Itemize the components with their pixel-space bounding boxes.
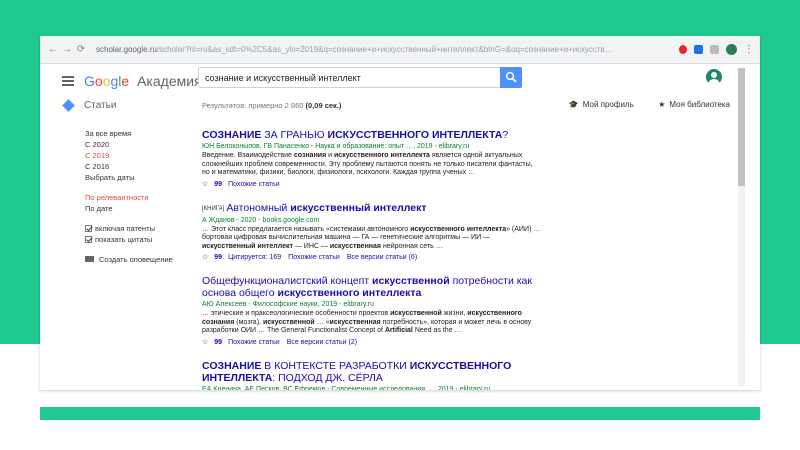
- logo-google: Google: [84, 73, 130, 89]
- results-list: СОЗНАНИЕ ЗА ГРАНЬЮ ИСКУССТВЕННОГО ИНТЕЛЛ…: [202, 129, 542, 390]
- results-subheader: Статьи Результатов: примерно 2 860 (0,09…: [40, 96, 740, 116]
- url-path: /scholar?hl=ru&as_sdt=0%2C5&as_ylo=2019&…: [156, 45, 612, 54]
- account-avatar[interactable]: [706, 69, 722, 85]
- search-result: [КНИГА] Автономный искусственный интеллек…: [202, 202, 542, 264]
- search-result: Общефункционалистский концепт искусствен…: [202, 275, 542, 348]
- my-profile-link[interactable]: Мой профиль: [583, 100, 634, 109]
- related-articles-link[interactable]: Похожие статьи: [228, 181, 280, 188]
- save-star-icon[interactable]: ☆: [202, 254, 208, 261]
- all-versions-link[interactable]: Все версии статьи (6): [347, 254, 417, 261]
- result-snippet: Введение. Взаимодействие сознания и иску…: [202, 152, 533, 176]
- search-result: СОЗНАНИЕ В КОНТЕКСТЕ РАЗРАБОТКИ ИСКУССТВ…: [202, 360, 542, 391]
- reload-icon[interactable]: ⟳: [74, 44, 88, 55]
- graduation-cap-icon: 🎓: [568, 100, 579, 109]
- cited-by-link[interactable]: Цитируется: 169: [228, 254, 281, 261]
- show-citations-label: показать цитаты: [95, 235, 153, 244]
- all-versions-link[interactable]: Все версии статьи (2): [287, 339, 357, 346]
- related-articles-link[interactable]: Похожие статьи: [288, 254, 340, 261]
- results-count: Результатов: примерно 2 860 (0,09 сек.): [202, 101, 341, 110]
- extension-icon[interactable]: [710, 45, 719, 54]
- envelope-icon: [85, 256, 94, 262]
- filter-since-2016[interactable]: С 2016: [85, 161, 195, 172]
- search-icon: [505, 71, 517, 83]
- result-type-tag: [КНИГА]: [202, 205, 225, 212]
- filter-since-2020[interactable]: С 2020: [85, 139, 195, 150]
- result-links: ☆ 99 Цитируется: 169 Похожие статьи Все верс…: [202, 253, 542, 263]
- menu-icon[interactable]: [62, 74, 74, 89]
- search-button[interactable]: [500, 67, 522, 88]
- result-authors: АЮ Алексеев - Философские науки, 2019 - …: [202, 301, 374, 308]
- sort-by-relevance[interactable]: По релевантности: [85, 192, 195, 203]
- back-icon[interactable]: ←: [46, 44, 60, 55]
- search-input[interactable]: [199, 68, 489, 88]
- create-alert-label: Создать оповещение: [99, 255, 173, 264]
- result-title[interactable]: Общефункционалистский концепт искусствен…: [202, 275, 542, 299]
- result-snippet: … этические и праксеологические особенно…: [202, 310, 532, 334]
- search-box: [198, 67, 522, 88]
- articles-icon: [62, 99, 75, 112]
- save-star-icon[interactable]: ☆: [202, 181, 208, 188]
- include-patents-checkbox[interactable]: [85, 225, 92, 232]
- mail-extension-icon[interactable]: [694, 45, 703, 54]
- scrollbar-thumb[interactable]: [738, 68, 745, 186]
- filter-pick-dates[interactable]: Выбрать даты: [85, 172, 195, 183]
- result-authors: ЮН Белоконыпов, ГВ Панасенко - Наука и о…: [202, 143, 470, 150]
- profile-avatar-icon[interactable]: [726, 44, 737, 55]
- result-authors: А Жданов - 2020 - books.google.com: [202, 216, 320, 224]
- sort-by-date[interactable]: По дате: [85, 203, 195, 214]
- browser-toolbar: ← → ⟳ scholar.google.ru/scholar?hl=ru&as…: [40, 36, 760, 64]
- filter-any-time[interactable]: За все время: [85, 128, 195, 139]
- cite-quote-icon[interactable]: 99: [214, 254, 222, 261]
- include-patents-option[interactable]: включая патенты: [85, 223, 195, 234]
- header-links: 🎓 Мой профиль ★ Моя библиотека: [565, 100, 730, 109]
- slide-accent-bar: [40, 407, 760, 420]
- save-star-icon[interactable]: ☆: [202, 339, 208, 346]
- my-library-link[interactable]: Моя библиотека: [669, 100, 730, 109]
- browser-window: ← → ⟳ scholar.google.ru/scholar?hl=ru&as…: [40, 36, 760, 390]
- browser-menu-icon[interactable]: ⋮: [744, 44, 754, 55]
- result-authors: ЕА Кленина, АЕ Песков, ВС Ефремов - Совр…: [202, 385, 491, 391]
- star-icon: ★: [658, 100, 666, 109]
- logo-product: Академия: [137, 73, 202, 89]
- results-count-text: Результатов: примерно 2 860: [202, 101, 306, 110]
- forward-icon[interactable]: →: [60, 44, 74, 55]
- scrollbar[interactable]: [738, 68, 745, 386]
- result-links: ☆ 99 Похожие статьи Все версии статьи (2): [202, 338, 542, 348]
- cite-quote-icon[interactable]: 99: [214, 181, 222, 188]
- opera-extension-icon[interactable]: [679, 45, 687, 54]
- result-title[interactable]: [КНИГА] Автономный искусственный интеллек…: [202, 202, 542, 215]
- search-result: СОЗНАНИЕ ЗА ГРАНЬЮ ИСКУССТВЕННОГО ИНТЕЛЛ…: [202, 129, 542, 190]
- filter-since-2019[interactable]: С 2019: [85, 150, 195, 161]
- results-time: (0,09 сек.): [305, 101, 342, 110]
- filters-sidebar: За все время С 2020 С 2019 С 2016 Выбрат…: [85, 128, 195, 265]
- result-title[interactable]: СОЗНАНИЕ ЗА ГРАНЬЮ ИСКУССТВЕННОГО ИНТЕЛЛ…: [202, 129, 542, 141]
- scholar-logo[interactable]: Google Академия: [84, 73, 202, 89]
- url-host: scholar.google.ru: [96, 45, 157, 54]
- result-snippet: … Этот класс предлагается называть «сист…: [202, 225, 541, 250]
- result-title[interactable]: СОЗНАНИЕ В КОНТЕКСТЕ РАЗРАБОТКИ ИСКУССТВ…: [202, 360, 542, 384]
- show-citations-checkbox[interactable]: [85, 236, 92, 243]
- include-patents-label: включая патенты: [95, 224, 155, 233]
- result-links: ☆ 99 Похожие статьи: [202, 180, 542, 190]
- show-citations-option[interactable]: показать цитаты: [85, 234, 195, 245]
- related-articles-link[interactable]: Похожие статьи: [228, 339, 280, 346]
- create-alert-link[interactable]: Создать оповещение: [85, 254, 195, 265]
- articles-label[interactable]: Статьи: [84, 100, 116, 111]
- cite-quote-icon[interactable]: 99: [214, 339, 222, 346]
- address-bar[interactable]: scholar.google.ru/scholar?hl=ru&as_sdt=0…: [96, 45, 672, 54]
